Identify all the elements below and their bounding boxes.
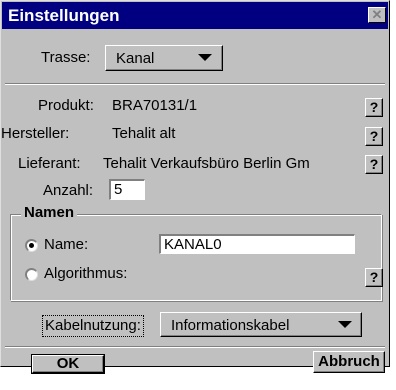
close-button[interactable]: ✕ — [368, 7, 386, 23]
window-title: Einstellungen — [8, 6, 120, 25]
lieferant-value: Tehalit Verkaufsbüro Berlin Gm — [103, 155, 310, 172]
settings-dialog: Einstellungen ✕ Trasse: Kanal Produkt: B… — [0, 0, 390, 374]
trasse-label: Trasse: — [41, 49, 91, 66]
anzahl-input[interactable]: 5 — [109, 179, 145, 200]
algorithmus-radio[interactable] — [25, 268, 38, 281]
ok-button[interactable]: OK — [31, 354, 105, 374]
kabelnutzung-dropdown[interactable]: Informationskabel — [160, 312, 362, 337]
divider — [5, 346, 385, 348]
radio-selected-dot — [29, 243, 34, 248]
namen-group-title: Namen — [21, 204, 78, 221]
help-icon: ? — [369, 128, 379, 144]
divider — [5, 83, 385, 85]
namen-groupbox — [10, 214, 382, 301]
anzahl-label: Anzahl: — [43, 182, 94, 199]
title-bar[interactable]: Einstellungen ✕ — [2, 2, 388, 29]
name-radio[interactable] — [25, 239, 38, 252]
ok-button-label: OK — [56, 355, 80, 372]
chevron-down-icon — [198, 54, 212, 61]
trasse-value: Kanal — [116, 50, 155, 67]
name-input[interactable]: KANAL0 — [159, 234, 355, 254]
close-icon: ✕ — [371, 7, 383, 22]
hersteller-help-button[interactable]: ? — [365, 127, 383, 146]
produkt-help-button[interactable]: ? — [365, 98, 383, 117]
hersteller-label: Hersteller: — [1, 125, 70, 142]
algorithmus-option-label[interactable]: Algorithmus: — [44, 265, 127, 282]
chevron-down-icon — [338, 321, 352, 328]
help-icon: ? — [369, 156, 379, 172]
kabelnutzung-value: Informationskabel — [171, 317, 290, 334]
kabelnutzung-label: Kabelnutzung: — [42, 315, 144, 337]
algorithmus-help-button[interactable]: ? — [365, 268, 383, 287]
trasse-dropdown[interactable]: Kanal — [105, 45, 223, 71]
produkt-value: BRA70131/1 — [112, 97, 198, 114]
cancel-button[interactable]: Abbruch — [313, 351, 385, 373]
cancel-button-label: Abbruch — [318, 353, 380, 370]
lieferant-label: Lieferant: — [18, 155, 81, 172]
help-icon: ? — [369, 269, 379, 285]
produkt-label: Produkt: — [38, 97, 94, 114]
help-icon: ? — [369, 99, 379, 115]
name-option-label[interactable]: Name: — [44, 236, 88, 253]
hersteller-value: Tehalit alt — [112, 125, 176, 142]
lieferant-help-button[interactable]: ? — [365, 155, 383, 174]
